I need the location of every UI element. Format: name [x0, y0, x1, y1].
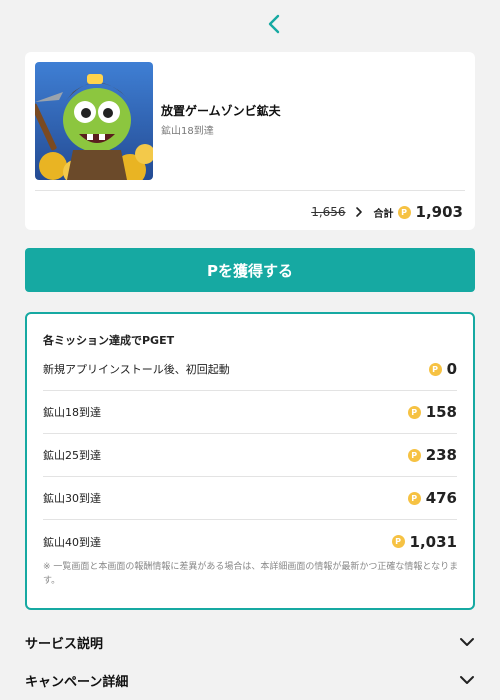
chevron-left-icon [268, 14, 280, 34]
app-icon-image[interactable] [35, 62, 153, 180]
mission-row: 鉱山30到達 P 476 [43, 477, 457, 520]
accordion-label: サービス説明 [25, 636, 104, 652]
mission-row: 鉱山18到達 P 158 [43, 391, 457, 434]
chevron-down-icon [460, 676, 474, 684]
mission-row: 鉱山25到達 P 238 [43, 434, 457, 477]
chevron-down-icon [460, 638, 474, 646]
points-summary: 1,656 合計 P 1,903 [311, 200, 463, 224]
app-title: 放置ゲームゾンビ鉱夫 [161, 104, 281, 118]
mission-row: 鉱山40到達 P 1,031 [43, 520, 457, 563]
missions-panel: 各ミッション達成でPGET 新規アプリインストール後、初回起動 P0 鉱山18到… [25, 312, 475, 610]
point-coin-icon: P [407, 448, 421, 462]
total-label: 合計 [373, 208, 394, 220]
disclaimer-note: ※ 一覧画面と本画面の報酬情報に差異がある場合は、本詳細画面の情報が最新かつ正確… [43, 562, 459, 586]
point-coin-icon: P [407, 405, 421, 419]
mission-points: 0 [446, 360, 457, 378]
point-coin-icon: P [397, 205, 411, 219]
point-coin-icon: P [428, 362, 442, 376]
accordion-label: キャンペーン詳細 [25, 674, 129, 690]
mission-label: 鉱山40到達 [43, 535, 101, 549]
back-button[interactable] [262, 10, 286, 38]
get-points-button[interactable]: Pを獲得する [25, 248, 475, 292]
mission-points: 158 [425, 403, 457, 421]
mission-label: 新規アプリインストール後、初回起動 [43, 363, 230, 376]
old-points: 1,656 [311, 205, 346, 219]
mission-row: 新規アプリインストール後、初回起動 P0 [43, 348, 457, 391]
chevron-right-icon [355, 207, 362, 217]
total-points: 1,903 [415, 203, 463, 221]
app-card: 放置ゲームゾンビ鉱夫 鉱山18到達 1,656 合計 P 1,903 [25, 52, 475, 230]
point-coin-icon: P [391, 535, 405, 548]
divider [35, 190, 465, 191]
missions-heading: 各ミッション達成でPGET [43, 334, 175, 347]
mission-points: 476 [425, 489, 457, 507]
app-subtitle: 鉱山18到達 [161, 126, 214, 137]
mission-points: 1,031 [409, 532, 457, 551]
mission-points: 238 [425, 446, 457, 464]
point-coin-icon: P [407, 491, 421, 505]
accordion-service-description[interactable]: サービス説明 [25, 628, 475, 656]
mission-label: 鉱山18到達 [43, 406, 101, 419]
mission-label: 鉱山30到達 [43, 492, 101, 505]
mission-label: 鉱山25到達 [43, 449, 101, 462]
accordion-campaign-details[interactable]: キャンペーン詳細 [25, 666, 475, 694]
